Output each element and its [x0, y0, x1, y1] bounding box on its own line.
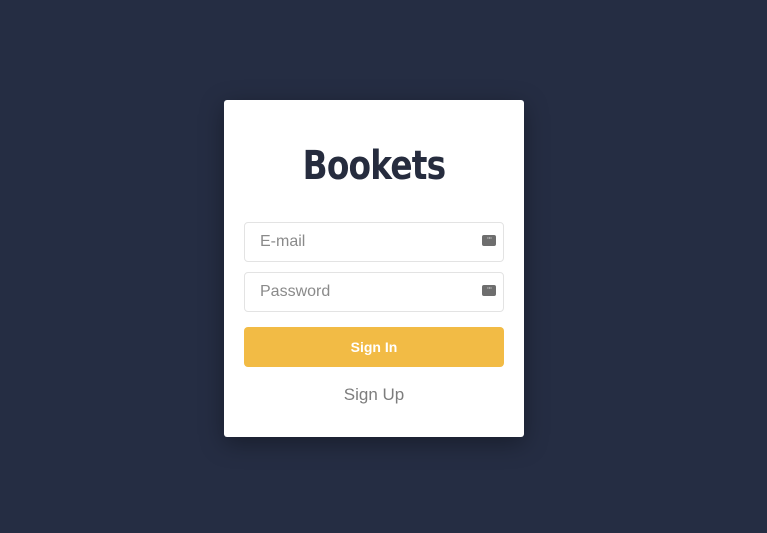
- app-title: Bookets: [302, 143, 447, 189]
- sign-up-link[interactable]: Sign Up: [224, 385, 524, 405]
- password-input[interactable]: [245, 273, 503, 311]
- email-input[interactable]: [245, 223, 503, 261]
- password-field-container: ···: [244, 272, 504, 312]
- email-field-container: ···: [244, 222, 504, 262]
- login-card: Bookets ··· ··· Sign In Sign Up: [224, 100, 524, 437]
- sign-in-button[interactable]: Sign In: [244, 327, 504, 367]
- password-autofill-icon[interactable]: ···: [482, 285, 496, 296]
- password-autofill-icon[interactable]: ···: [482, 235, 496, 246]
